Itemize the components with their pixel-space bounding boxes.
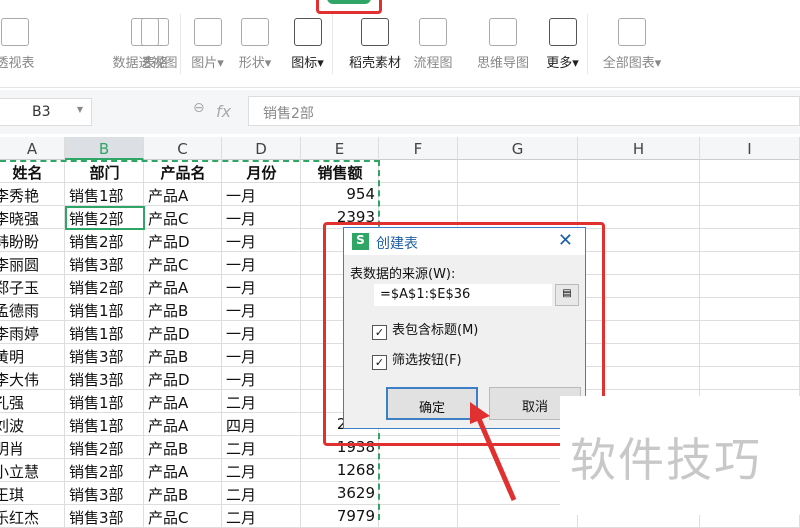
active-cell-b3 <box>65 206 145 230</box>
column-header-H[interactable]: H <box>578 137 700 160</box>
formula-bar: B3 ▼ ⊖ fx 销售2部 <box>0 90 800 134</box>
range-picker-button[interactable]: ▤ <box>555 284 579 306</box>
watermark: 软件技巧 <box>560 396 800 515</box>
ribbon-shape-button[interactable]: 形状▾ <box>230 18 280 71</box>
mindmap-icon <box>489 18 517 46</box>
ribbon-pivot-table-button[interactable]: 透视表 <box>0 18 50 71</box>
column-header-D[interactable]: D <box>222 137 301 160</box>
cell-G2[interactable] <box>458 183 578 206</box>
ribbon-more-button[interactable]: 更多▾ <box>540 18 585 71</box>
cell-H2[interactable] <box>578 183 700 206</box>
ribbon-docer-button[interactable]: 稻壳素材 <box>340 18 410 71</box>
all-charts-icon <box>618 18 646 46</box>
source-label: 表数据的来源(W): <box>350 267 456 282</box>
filter-checkbox[interactable]: ✓ 筛选按钮(F) <box>372 349 462 370</box>
cell-I8[interactable] <box>700 321 800 344</box>
name-box[interactable]: B3 ▼ <box>0 98 92 126</box>
ribbon-icons-button[interactable]: 图标▾ <box>285 18 330 71</box>
close-icon[interactable]: ✕ <box>558 230 573 251</box>
zoom-formula-icon[interactable]: ⊖ <box>193 100 205 116</box>
cell-F16[interactable] <box>379 505 458 528</box>
column-header-G[interactable]: G <box>458 137 578 160</box>
picture-icon <box>193 18 222 46</box>
dialog-title: 创建表 <box>376 236 418 252</box>
column-header-B[interactable]: B <box>65 137 144 160</box>
cell-I7[interactable] <box>700 298 800 321</box>
column-header-A[interactable]: A <box>0 137 65 160</box>
cell-I5[interactable] <box>700 252 800 275</box>
header-checkbox[interactable]: ✓ 表包含标题(M) <box>372 319 478 340</box>
table-icon <box>141 18 169 46</box>
cell-I10[interactable] <box>700 367 800 390</box>
range-input[interactable]: =$A$1:$E$36 <box>374 284 552 306</box>
ribbon-table-button[interactable]: 表格 <box>130 18 180 71</box>
column-header-F[interactable]: F <box>379 137 458 160</box>
cell-G1[interactable] <box>458 160 578 183</box>
cell-I1[interactable] <box>700 160 800 183</box>
ribbon-mindmap-button[interactable]: 思维导图 <box>468 18 538 71</box>
cell-F14[interactable] <box>379 459 458 482</box>
cell-F2[interactable] <box>379 183 458 206</box>
ribbon-all-charts-button[interactable]: 全部图表▾ <box>598 18 666 71</box>
ribbon-picture-button[interactable]: 图片▾ <box>185 18 230 71</box>
cell-I4[interactable] <box>700 229 800 252</box>
docer-icon <box>361 18 389 46</box>
column-header-C[interactable]: C <box>144 137 222 160</box>
red-arrow-icon <box>470 402 517 501</box>
ribbon-toolbar: 透视表 数据透视图 表格 图片▾ 形状▾ 图标▾ 稻壳素材 流程图 思维导图 更多▾ 全部图表▾ <box>0 0 800 88</box>
flowchart-icon <box>419 18 447 46</box>
ok-button[interactable]: 确定 <box>386 387 478 420</box>
cell-I2[interactable] <box>700 183 800 206</box>
cell-I3[interactable] <box>700 206 800 229</box>
ribbon-flowchart-button[interactable]: 流程图 <box>408 18 458 71</box>
wps-logo-icon: S <box>352 233 369 250</box>
cell-I9[interactable] <box>700 344 800 367</box>
column-header-E[interactable]: E <box>301 137 379 160</box>
shape-icon <box>241 18 269 46</box>
highlight-marker <box>316 0 382 14</box>
icons-icon <box>293 18 322 46</box>
formula-input[interactable]: 销售2部 <box>248 96 800 126</box>
cell-I6[interactable] <box>700 275 800 298</box>
fx-icon[interactable]: fx <box>216 102 231 121</box>
cell-F15[interactable] <box>379 482 458 505</box>
create-table-dialog: S 创建表 ✕ 表数据的来源(W): =$A$1:$E$36 ▤ ✓ 表包含标题(… <box>343 227 586 429</box>
cell-H1[interactable] <box>578 160 700 183</box>
column-header-I[interactable]: I <box>700 137 800 160</box>
more-icon <box>548 18 577 46</box>
cell-F1[interactable] <box>379 160 458 183</box>
pivot-table-icon <box>1 18 29 46</box>
